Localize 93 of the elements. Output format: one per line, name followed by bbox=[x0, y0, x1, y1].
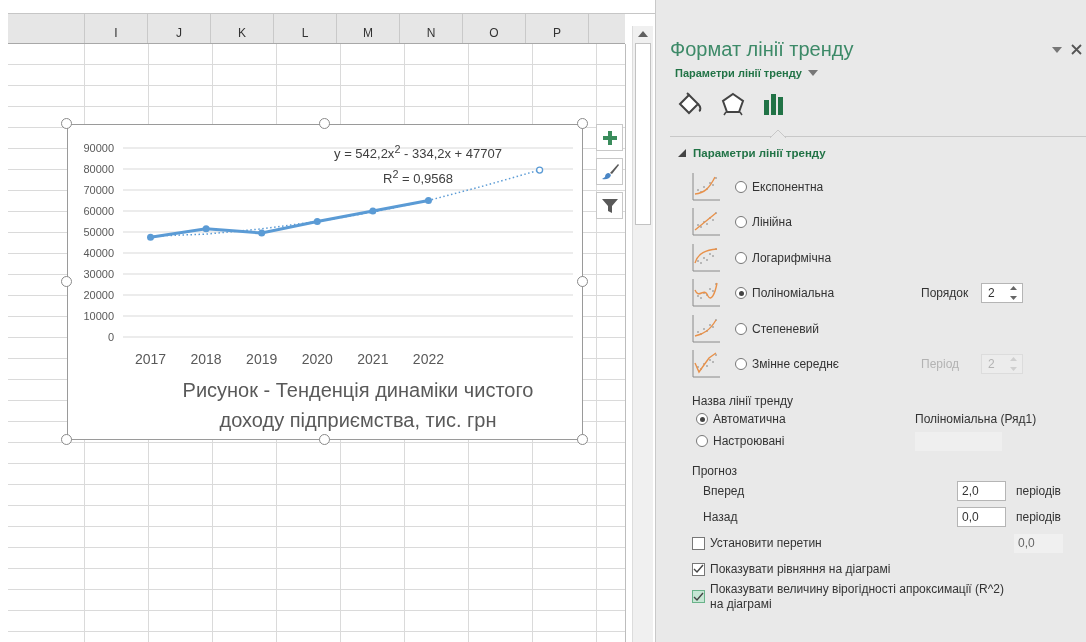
unit-label: періодів bbox=[1016, 510, 1061, 524]
y-tick-label: 90000 bbox=[83, 142, 114, 154]
trend-type-radio[interactable]: Змінне середнє bbox=[735, 357, 921, 372]
x-tick-label: 2022 bbox=[412, 351, 445, 367]
chart-filters-button[interactable] bbox=[596, 192, 623, 219]
field-label: Вперед bbox=[703, 484, 746, 498]
chart-title[interactable]: Рисунок - Тенденція динаміки чистого доходу підприємства, тис. грн bbox=[148, 375, 568, 435]
x-tick-label: 2021 bbox=[357, 351, 389, 367]
chart-styles-button[interactable] bbox=[596, 158, 623, 185]
pentagon-icon bbox=[721, 92, 745, 116]
data-point[interactable] bbox=[369, 207, 377, 215]
resize-handle[interactable] bbox=[319, 118, 330, 129]
x-tick-label: 2019 bbox=[246, 351, 278, 367]
y-tick-label: 10000 bbox=[83, 310, 114, 322]
paint-bucket-icon bbox=[677, 92, 703, 116]
y-tick-label: 80000 bbox=[83, 163, 114, 175]
trend-type-radio[interactable]: Лінійна bbox=[735, 215, 921, 230]
bar-chart-icon bbox=[763, 93, 785, 115]
trend-chart-icon bbox=[692, 171, 722, 202]
y-tick-label: 20000 bbox=[83, 289, 114, 301]
column-header[interactable]: I bbox=[85, 14, 148, 43]
resize-handle[interactable] bbox=[577, 276, 588, 287]
resize-handle[interactable] bbox=[577, 118, 588, 129]
spin-arrows-icon[interactable] bbox=[1010, 285, 1017, 302]
column-header[interactable]: O bbox=[463, 14, 526, 43]
trend-chart-icon bbox=[692, 349, 722, 380]
caret-icon bbox=[807, 69, 818, 77]
unit-label: періодів bbox=[1016, 484, 1061, 498]
filter-icon bbox=[600, 196, 619, 215]
checkmark-icon bbox=[693, 591, 704, 602]
resize-handle[interactable] bbox=[61, 276, 72, 287]
resize-handle[interactable] bbox=[319, 434, 330, 445]
plus-icon bbox=[600, 128, 619, 147]
x-tick-label: 2018 bbox=[190, 351, 222, 367]
parameter-label: Порядок bbox=[921, 286, 970, 301]
column-header[interactable]: M bbox=[337, 14, 400, 43]
trend-chart-icon bbox=[692, 313, 722, 344]
data-point[interactable] bbox=[258, 229, 266, 237]
column-header[interactable]: L bbox=[274, 14, 337, 43]
y-tick-label: 30000 bbox=[83, 268, 114, 280]
resize-handle[interactable] bbox=[61, 434, 72, 445]
trendline-name: Поліноміальна (Ряд1) bbox=[915, 412, 1037, 426]
y-tick-label: 40000 bbox=[83, 247, 114, 259]
number-input[interactable]: 0,0 bbox=[957, 507, 1006, 527]
column-header[interactable]: K bbox=[211, 14, 274, 43]
trend-type-radio[interactable]: Експонентна bbox=[735, 179, 921, 194]
chart-area[interactable] bbox=[67, 124, 583, 440]
trendline-label[interactable]: R$^{2}$ = 0,9568 bbox=[383, 164, 453, 190]
field-label: Назва лінії тренду bbox=[692, 394, 795, 408]
data-point[interactable] bbox=[202, 225, 210, 233]
name-radio[interactable]: Автоматична bbox=[696, 412, 915, 426]
option-checkbox[interactable]: Показувати величину вірогідності апроксимації (R^2) на діаграмі bbox=[692, 582, 1014, 612]
x-tick-label: 2020 bbox=[301, 351, 333, 367]
column-header[interactable]: P bbox=[526, 14, 589, 43]
resize-handle[interactable] bbox=[577, 434, 588, 445]
number-spinner[interactable]: 2 bbox=[981, 283, 1023, 304]
intercept-input[interactable]: 0,0 bbox=[1014, 533, 1063, 553]
name-radio[interactable]: Настроювані bbox=[696, 434, 915, 448]
y-tick-label: 60000 bbox=[83, 205, 114, 217]
chart-elements-button[interactable] bbox=[596, 124, 623, 151]
column-header[interactable]: N bbox=[400, 14, 463, 43]
column-header[interactable]: J bbox=[148, 14, 211, 43]
trend-chart-icon bbox=[692, 278, 722, 309]
trendline-handle[interactable] bbox=[535, 166, 544, 174]
trend-type-radio[interactable]: Поліноміальна bbox=[735, 286, 921, 301]
resize-handle[interactable] bbox=[61, 118, 72, 129]
scroll-up-icon[interactable] bbox=[638, 31, 648, 37]
y-tick-label: 70000 bbox=[83, 184, 114, 196]
y-tick-label: 0 bbox=[107, 331, 114, 343]
x-tick-label: 2017 bbox=[134, 351, 167, 367]
scroll-thumb[interactable] bbox=[635, 43, 651, 225]
data-point[interactable] bbox=[313, 218, 321, 225]
trend-chart-icon bbox=[692, 207, 722, 238]
pane-tab[interactable] bbox=[719, 90, 747, 118]
section-header[interactable]: Параметри лінії тренду bbox=[678, 147, 826, 159]
close-icon[interactable] bbox=[1071, 44, 1082, 55]
trend-type-radio[interactable]: Логарифмічна bbox=[735, 250, 921, 265]
options-dropdown[interactable]: Параметри лінії тренду bbox=[675, 67, 818, 79]
data-point[interactable] bbox=[424, 197, 432, 204]
pane-title: Формат лінії тренду bbox=[670, 38, 854, 61]
dropdown-icon[interactable] bbox=[1052, 45, 1062, 54]
trend-chart-icon bbox=[692, 242, 722, 273]
checkmark-icon bbox=[693, 564, 704, 574]
option-checkbox[interactable]: Установити перетин bbox=[692, 535, 1014, 551]
vertical-scrollbar[interactable] bbox=[632, 26, 653, 642]
option-checkbox[interactable]: Показувати рівняння на діаграмі bbox=[692, 561, 1014, 577]
field-label: Прогноз bbox=[692, 464, 739, 478]
data-point[interactable] bbox=[147, 233, 154, 241]
y-tick-label: 50000 bbox=[83, 226, 114, 238]
field-label: Назад bbox=[703, 510, 739, 524]
trend-type-radio[interactable]: Степеневий bbox=[735, 321, 921, 336]
number-input[interactable]: 2,0 bbox=[957, 481, 1006, 501]
trendline-label[interactable]: y = 542,2x$^{2}$ - 334,2x + 47707 bbox=[334, 139, 502, 165]
